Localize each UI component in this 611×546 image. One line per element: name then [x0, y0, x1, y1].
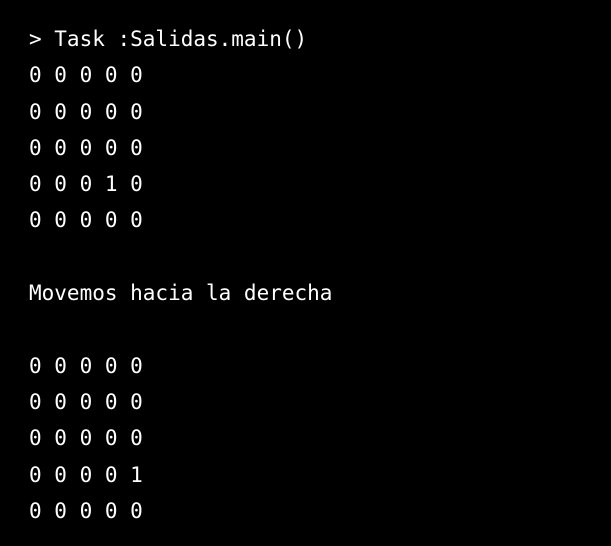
grid-before: 0 0 0 0 0 0 0 0 0 0 0 0 0 0 0 0 0 0 1 0 … — [29, 57, 611, 238]
message-line: Movemos hacia la derecha — [29, 281, 333, 306]
grid-row: 0 0 0 1 0 — [29, 172, 143, 197]
grid-row: 0 0 0 0 0 — [29, 498, 143, 523]
grid-row: 0 0 0 0 0 — [29, 426, 143, 451]
grid-row: 0 0 0 0 0 — [29, 63, 143, 88]
task-header-line: > Task :Salidas.main() — [29, 27, 308, 51]
grid-row: 0 0 0 0 0 — [29, 99, 143, 124]
grid-after: 0 0 0 0 0 0 0 0 0 0 0 0 0 0 0 0 0 0 0 1 … — [29, 348, 611, 529]
grid-row: 0 0 0 0 1 — [29, 462, 143, 487]
grid-row: 0 0 0 0 0 — [29, 389, 143, 414]
grid-row: 0 0 0 0 0 — [29, 353, 143, 378]
grid-row: 0 0 0 0 0 — [29, 208, 143, 233]
grid-row: 0 0 0 0 0 — [29, 135, 143, 160]
terminal-output[interactable]: > Task :Salidas.main() 0 0 0 0 0 0 0 0 0… — [0, 0, 611, 546]
